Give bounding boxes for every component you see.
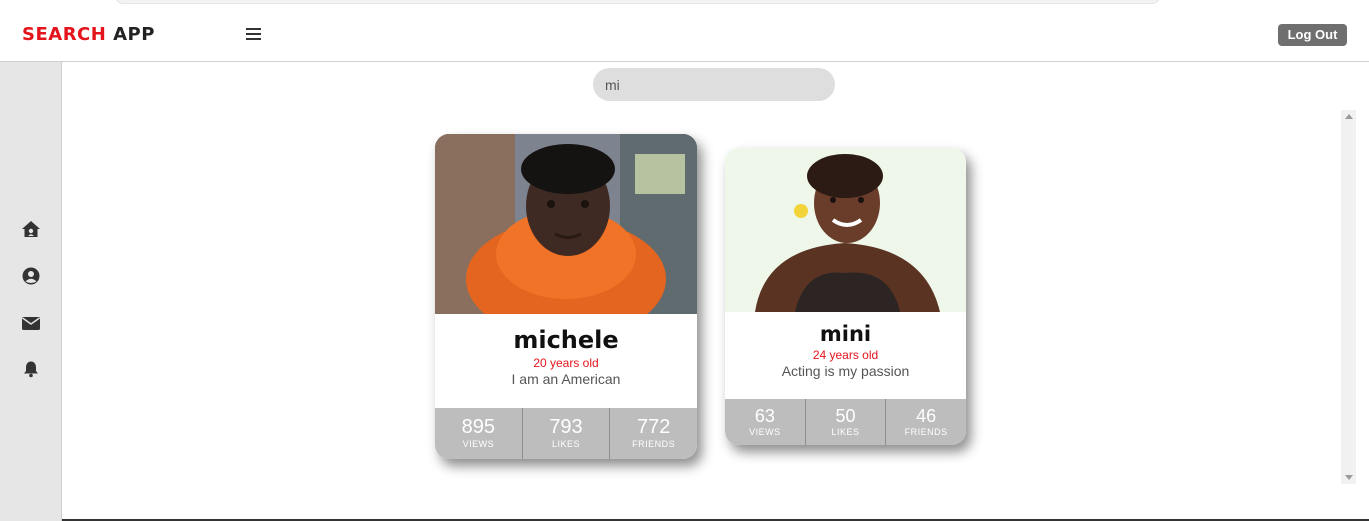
brand-search-text: SEARCH [22, 24, 107, 45]
profile-card[interactable]: michele 20 years old I am an American 89… [435, 134, 697, 459]
search-input[interactable] [593, 68, 835, 101]
brand-app-text: APP [113, 24, 155, 45]
user-circle-icon[interactable] [21, 267, 41, 285]
stat-label: LIKES [552, 439, 581, 449]
profile-stats: 895 VIEWS 793 LIKES 772 FRIENDS [435, 408, 697, 459]
browser-top-strip [0, 0, 1369, 8]
profile-photo [435, 134, 697, 314]
home-icon[interactable] [21, 220, 41, 238]
stat-views: 63 VIEWS [725, 399, 806, 445]
top-pill [115, 0, 1160, 4]
stat-likes: 50 LIKES [806, 399, 887, 445]
stat-likes: 793 LIKES [523, 408, 611, 459]
stat-value: 772 [636, 416, 671, 438]
stat-value: 63 [754, 406, 775, 426]
stat-label: VIEWS [749, 427, 781, 437]
profile-card[interactable]: mini 24 years old Acting is my passion 6… [725, 148, 966, 445]
sidebar [0, 62, 62, 521]
stat-label: FRIENDS [632, 439, 676, 449]
hamburger-menu-icon[interactable] [246, 28, 261, 40]
scroll-down-arrow-icon[interactable] [1345, 475, 1353, 480]
profile-bio: Acting is my passion [781, 363, 910, 379]
profile-age: 24 years old [812, 348, 879, 362]
profile-name: mini [819, 322, 872, 346]
stat-label: LIKES [831, 427, 860, 437]
bell-icon[interactable] [21, 360, 41, 378]
vertical-scrollbar[interactable] [1341, 110, 1356, 484]
logout-button[interactable]: Log Out [1278, 24, 1347, 46]
stat-value: 46 [916, 406, 937, 426]
stat-views: 895 VIEWS [435, 408, 523, 459]
profile-age: 20 years old [533, 356, 599, 370]
stat-friends: 772 FRIENDS [610, 408, 697, 459]
stat-label: FRIENDS [904, 427, 948, 437]
stat-friends: 46 FRIENDS [886, 399, 966, 445]
stat-value: 50 [835, 406, 856, 426]
profile-bio: I am an American [511, 371, 621, 387]
brand-logo: SEARCH APP [22, 24, 155, 45]
profile-stats: 63 VIEWS 50 LIKES 46 FRIENDS [725, 399, 966, 445]
scroll-up-arrow-icon[interactable] [1345, 114, 1353, 119]
stat-label: VIEWS [462, 439, 495, 449]
app-header: SEARCH APP Log Out [0, 8, 1369, 62]
stat-value: 793 [549, 416, 583, 438]
stat-value: 895 [461, 416, 496, 438]
profile-name: michele [513, 326, 619, 354]
profile-photo [725, 148, 966, 312]
envelope-icon[interactable] [21, 314, 41, 332]
